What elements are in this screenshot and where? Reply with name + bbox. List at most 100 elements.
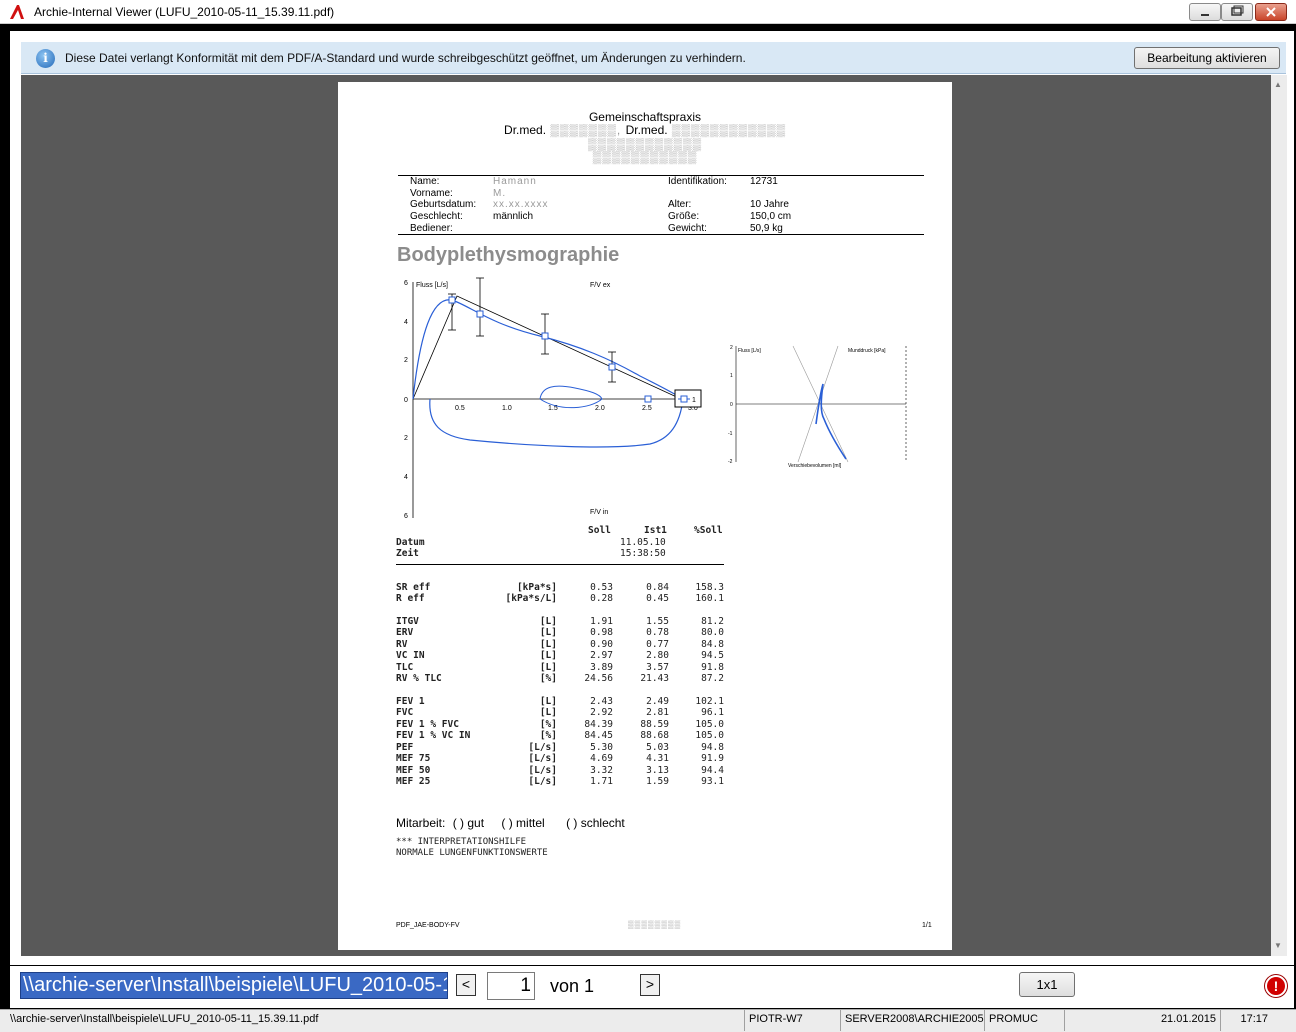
divider — [398, 175, 924, 176]
path-field[interactable]: \\archie-server\Install\beispiele\LUFU_2… — [20, 972, 448, 999]
param-unit: [L] — [539, 627, 557, 638]
groesse-value: 150,0 cm — [750, 211, 792, 222]
param-soll: 84.39 — [584, 719, 613, 730]
alert-icon[interactable]: ! — [1265, 975, 1287, 997]
x-tick: 2.5 — [642, 405, 652, 412]
param-pct: 102.1 — [695, 696, 724, 707]
param-unit: [%] — [539, 730, 557, 741]
gut-option: ( ) gut — [452, 816, 485, 830]
next-page-button[interactable]: > — [640, 974, 660, 996]
param-pct: 81.2 — [701, 616, 724, 627]
param-pct: 96.1 — [701, 707, 724, 718]
param-name: FVC — [396, 707, 414, 718]
param-name: ERV — [396, 627, 414, 638]
expiratory-curve — [412, 299, 684, 400]
y-tick: 4 — [404, 474, 408, 481]
param-ist: 3.57 — [646, 662, 669, 673]
doctors-line: Dr.med. ▒▒▒▒▒▒▒, Dr.med. ▒▒▒▒▒▒▒▒▒▒▒▒ — [504, 123, 786, 137]
zoom-button[interactable]: 1x1 — [1019, 972, 1075, 997]
status-user: PIOTR-W7 — [744, 1010, 838, 1031]
y-tick: 2 — [404, 357, 408, 364]
pdfa-info-text: Diese Datei verlangt Konformität mit dem… — [65, 51, 746, 65]
param-name: RV — [396, 639, 408, 650]
status-time: 17:17 — [1220, 1010, 1290, 1031]
param-name: MEF 50 — [396, 765, 431, 776]
param-pct: 105.0 — [695, 730, 724, 741]
param-ist: 0.84 — [646, 582, 669, 593]
archie-app-icon — [10, 5, 24, 19]
datum-value: 11.05.10 — [620, 537, 666, 548]
param-ist: 21.43 — [640, 673, 669, 684]
param-unit: [L/s] — [528, 742, 557, 753]
enable-editing-button[interactable]: Bearbeitung aktivieren — [1134, 47, 1280, 69]
geschlecht-value: männlich — [493, 211, 534, 222]
param-ist: 3.13 — [646, 765, 669, 776]
pdfa-info-bar: i Diese Datei verlangt Konformität mit d… — [21, 42, 1286, 74]
col-pct: %Soll — [694, 525, 723, 536]
scroll-down-icon[interactable]: ▼ — [1274, 941, 1282, 950]
param-name: MEF 75 — [396, 753, 431, 764]
geschlecht-label: Geschlecht: — [410, 211, 463, 222]
close-button[interactable] — [1255, 3, 1287, 21]
param-soll: 4.69 — [590, 753, 613, 764]
param-pct: 160.1 — [695, 593, 724, 604]
scroll-up-icon[interactable]: ▲ — [1274, 80, 1282, 89]
zeit-value: 15:38:50 — [620, 548, 666, 559]
param-pct: 94.8 — [701, 742, 724, 753]
pdf-page: Gemeinschaftspraxis Dr.med. ▒▒▒▒▒▒▒, Dr.… — [338, 82, 952, 950]
vorname-value: M. — [493, 188, 507, 199]
footer-right: 1/1 — [922, 922, 932, 929]
error-bars — [448, 277, 616, 383]
in-label: F/V in — [590, 509, 608, 516]
param-name: VC IN — [396, 650, 425, 661]
param-unit: [L/s] — [528, 753, 557, 764]
param-pct: 87.2 — [701, 673, 724, 684]
divider — [398, 234, 924, 235]
predicted-curve — [412, 295, 682, 400]
maximize-button[interactable] — [1221, 3, 1253, 21]
legend-marker — [680, 395, 688, 403]
param-name: SR eff — [396, 582, 431, 593]
y-axis-label: Fluss [L/s] — [416, 282, 448, 289]
param-soll: 2.92 — [590, 707, 613, 718]
page-count: von 1 — [550, 976, 595, 996]
param-ist: 5.03 — [646, 742, 669, 753]
minimize-button[interactable] — [1189, 3, 1221, 21]
redacted-address-2: ▒▒▒▒▒▒▒▒▒▒▒ — [592, 150, 698, 164]
page-number-input[interactable]: 1 — [487, 972, 535, 1000]
param-name: FEV 1 % VC IN — [396, 730, 471, 741]
datum-label: Datum — [396, 537, 425, 548]
param-soll: 1.91 — [590, 616, 613, 627]
param-pct: 80.0 — [701, 627, 724, 638]
param-name: R eff — [396, 593, 425, 604]
param-soll: 2.43 — [590, 696, 613, 707]
param-name: FEV 1 % FVC — [396, 719, 459, 730]
practice-name: Gemeinschaftspraxis — [588, 110, 702, 124]
interpretation-text: NORMALE LUNGENFUNKTIONSWERTE — [396, 848, 548, 858]
param-soll: 0.53 — [590, 582, 613, 593]
param-ist: 2.81 — [646, 707, 669, 718]
param-unit: [L] — [539, 616, 557, 627]
param-soll: 0.90 — [590, 639, 613, 650]
param-unit: [L] — [539, 696, 557, 707]
param-pct: 105.0 — [695, 719, 724, 730]
y-tick: 2 — [404, 435, 408, 442]
y-tick: 6 — [404, 280, 408, 287]
param-pct: 94.5 — [701, 650, 724, 661]
name-label: Name: — [410, 176, 440, 187]
param-pct: 93.1 — [701, 776, 724, 787]
prev-page-button[interactable]: < — [456, 974, 476, 996]
param-name: PEF — [396, 742, 414, 753]
status-path: \\archie-server\Install\beispiele\LUFU_2… — [10, 1013, 319, 1025]
vertical-scrollbar[interactable]: ▲ ▼ — [1271, 75, 1287, 956]
tick: 2 — [730, 345, 733, 351]
flow-label: Fluss [L/s] — [738, 348, 761, 354]
footer-redacted: ▒▒▒▒▒▒▒▒ — [628, 920, 682, 929]
schlecht-option: ( ) schlecht — [566, 816, 625, 830]
geburtsdatum-value: xx.xx.xxxx — [493, 199, 549, 210]
param-soll: 84.45 — [584, 730, 613, 741]
param-name: MEF 25 — [396, 776, 431, 787]
param-unit: [kPa*s/L] — [505, 593, 557, 604]
alter-value: 10 Jahre — [750, 199, 789, 210]
groesse-label: Größe: — [668, 211, 700, 222]
